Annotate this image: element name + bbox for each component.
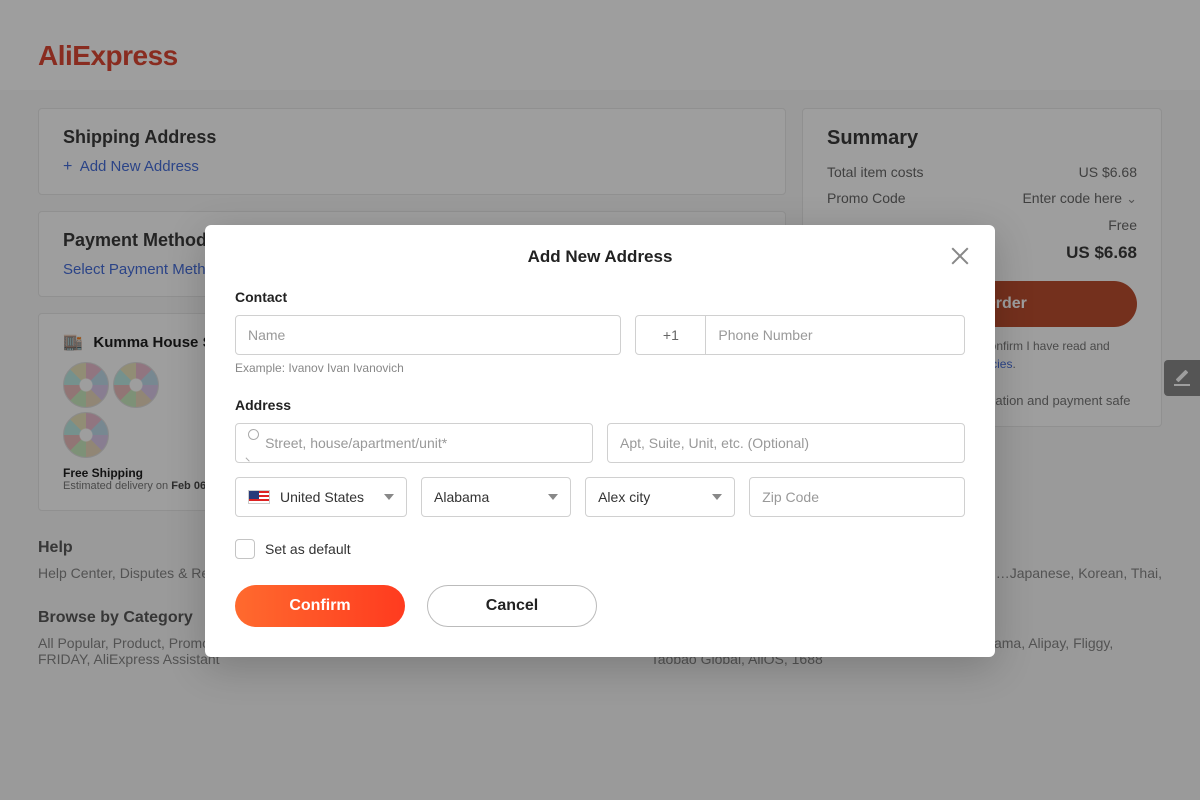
- modal-title: Add New Address: [235, 247, 965, 267]
- zip-field[interactable]: [749, 477, 965, 517]
- flag-us-icon: [248, 490, 270, 504]
- address-section-label: Address: [235, 397, 965, 413]
- country-select[interactable]: United States: [235, 477, 407, 517]
- country-value: United States: [280, 489, 364, 505]
- close-icon[interactable]: [947, 243, 973, 269]
- search-icon: [248, 427, 265, 459]
- contact-section-label: Contact: [235, 289, 965, 305]
- name-input[interactable]: [248, 327, 608, 343]
- confirm-button[interactable]: Confirm: [235, 585, 405, 627]
- set-default-label: Set as default: [265, 541, 351, 557]
- chevron-down-icon: [384, 494, 394, 500]
- set-default-checkbox[interactable]: [235, 539, 255, 559]
- zip-input[interactable]: [762, 489, 952, 505]
- name-field[interactable]: [235, 315, 621, 355]
- city-value: Alex city: [598, 489, 650, 505]
- add-address-modal: Add New Address Contact +1 Example: Ivan…: [205, 225, 995, 657]
- city-select[interactable]: Alex city: [585, 477, 735, 517]
- chevron-down-icon: [712, 494, 722, 500]
- phone-field[interactable]: +1: [635, 315, 965, 355]
- name-hint: Example: Ivanov Ivan Ivanovich: [235, 361, 965, 375]
- apt-field[interactable]: [607, 423, 965, 463]
- state-select[interactable]: Alabama: [421, 477, 571, 517]
- phone-prefix[interactable]: +1: [636, 316, 706, 354]
- apt-input[interactable]: [620, 435, 952, 451]
- chevron-down-icon: [548, 494, 558, 500]
- modal-overlay: Add New Address Contact +1 Example: Ivan…: [0, 0, 1200, 800]
- phone-input[interactable]: [718, 327, 952, 343]
- street-field[interactable]: [235, 423, 593, 463]
- cancel-button[interactable]: Cancel: [427, 585, 597, 627]
- street-input[interactable]: [265, 435, 580, 451]
- state-value: Alabama: [434, 489, 489, 505]
